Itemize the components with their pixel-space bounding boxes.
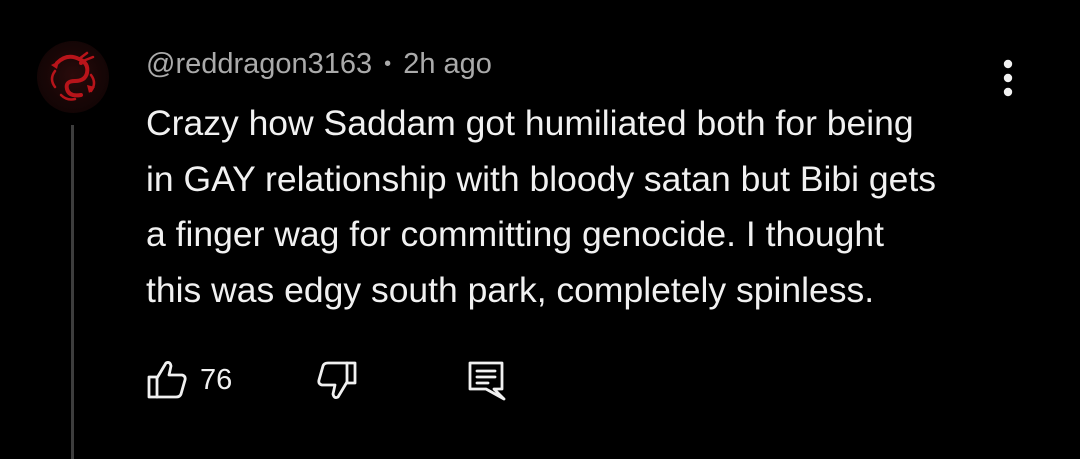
author-handle[interactable]: @reddragon3163 <box>146 48 372 81</box>
comment-text: Crazy how Saddam got humiliated both for… <box>146 103 937 310</box>
comment-meta: @reddragon3163 • 2h ago <box>146 44 492 84</box>
meta-separator: • <box>384 52 392 75</box>
more-vert-icon <box>1003 59 1013 97</box>
comment-timestamp: 2h ago <box>403 47 492 80</box>
dislike-button[interactable] <box>314 356 358 404</box>
reply-button[interactable] <box>466 356 510 404</box>
more-options-button[interactable] <box>988 56 1028 100</box>
dragon-icon <box>50 51 96 101</box>
avatar[interactable] <box>37 41 109 113</box>
like-count: 76 <box>200 363 233 396</box>
thread-line <box>71 125 74 459</box>
like-button[interactable]: 76 <box>146 356 232 404</box>
reply-comment-icon <box>468 361 506 401</box>
thumbs-up-icon <box>147 361 187 399</box>
thumbs-down-icon <box>317 361 357 399</box>
